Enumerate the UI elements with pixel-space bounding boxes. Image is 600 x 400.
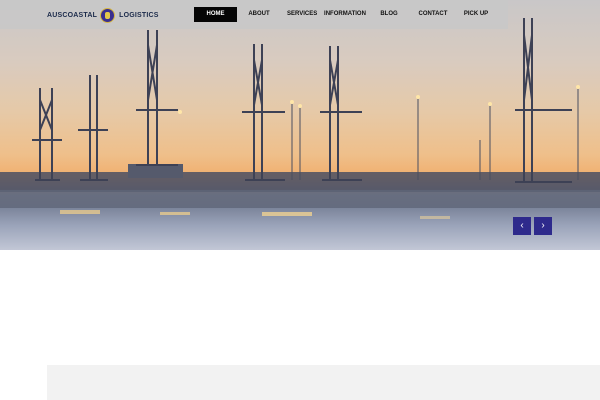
- port-cranes-image: [0, 18, 600, 219]
- logo-emblem-icon: [100, 7, 116, 23]
- nav-blog[interactable]: BLOG: [378, 7, 400, 22]
- nav-contact[interactable]: CONTACT: [417, 7, 449, 22]
- slider-prev-button[interactable]: ‹: [513, 217, 531, 235]
- content-section: [47, 365, 600, 400]
- chevron-left-icon: ‹: [520, 220, 524, 231]
- hero-banner: AUSCOASTAL LOGISTICS HOME ABOUT SERVICES…: [0, 0, 600, 250]
- slider-next-button[interactable]: ›: [534, 217, 552, 235]
- nav-pick-up[interactable]: PICK UP: [463, 7, 489, 22]
- logo-text-right: LOGISTICS: [119, 11, 159, 19]
- header-bar: AUSCOASTAL LOGISTICS HOME ABOUT SERVICES…: [0, 0, 508, 29]
- nav-home[interactable]: HOME: [194, 7, 237, 22]
- nav-information[interactable]: INFORMATION: [324, 7, 366, 22]
- site-logo[interactable]: AUSCOASTAL LOGISTICS: [47, 7, 159, 23]
- nav-about[interactable]: ABOUT: [245, 7, 273, 22]
- nav-services[interactable]: SERVICES: [287, 7, 317, 22]
- chevron-right-icon: ›: [541, 220, 545, 231]
- logo-text-left: AUSCOASTAL: [47, 11, 98, 19]
